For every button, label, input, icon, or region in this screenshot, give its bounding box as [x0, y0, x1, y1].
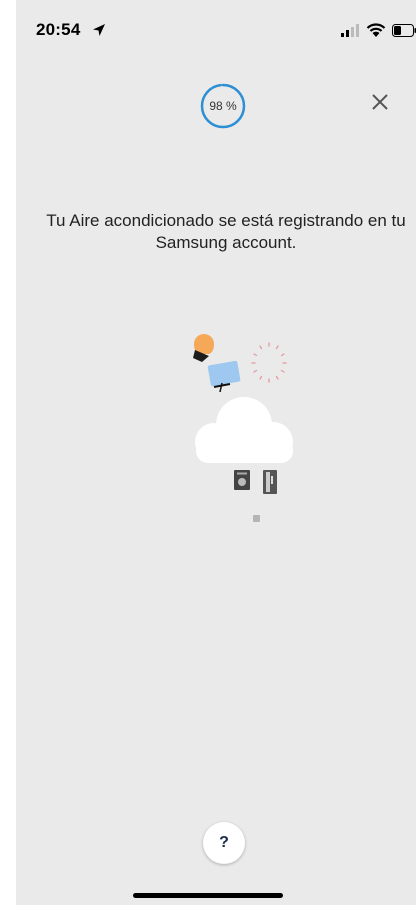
- help-button[interactable]: ?: [203, 822, 245, 864]
- progress-indicator: 98 %: [199, 82, 247, 130]
- status-bar: 20:54: [16, 0, 416, 60]
- status-time: 20:54: [36, 20, 81, 39]
- wifi-icon: [366, 23, 386, 37]
- battery-icon: [392, 24, 416, 37]
- device-cloud-illustration: [193, 333, 293, 522]
- location-arrow-icon: [93, 24, 105, 36]
- loading-dots-icon: [251, 342, 287, 383]
- cloud-icon: [195, 397, 293, 463]
- fridge-icon: [263, 470, 277, 494]
- sensor-icon: [253, 515, 260, 522]
- lightbulb-icon: [193, 333, 214, 362]
- phone-screen: 20:54 98 % Tu Aire acondicionado se está…: [16, 0, 416, 905]
- progress-label: 98 %: [209, 99, 237, 113]
- home-indicator[interactable]: [133, 893, 283, 898]
- close-icon[interactable]: [366, 88, 394, 116]
- signal-icon: [341, 24, 359, 37]
- registration-message: Tu Aire acondicionado se está registrand…: [46, 211, 406, 252]
- washer-icon: [234, 470, 250, 490]
- tv-icon: [207, 360, 241, 393]
